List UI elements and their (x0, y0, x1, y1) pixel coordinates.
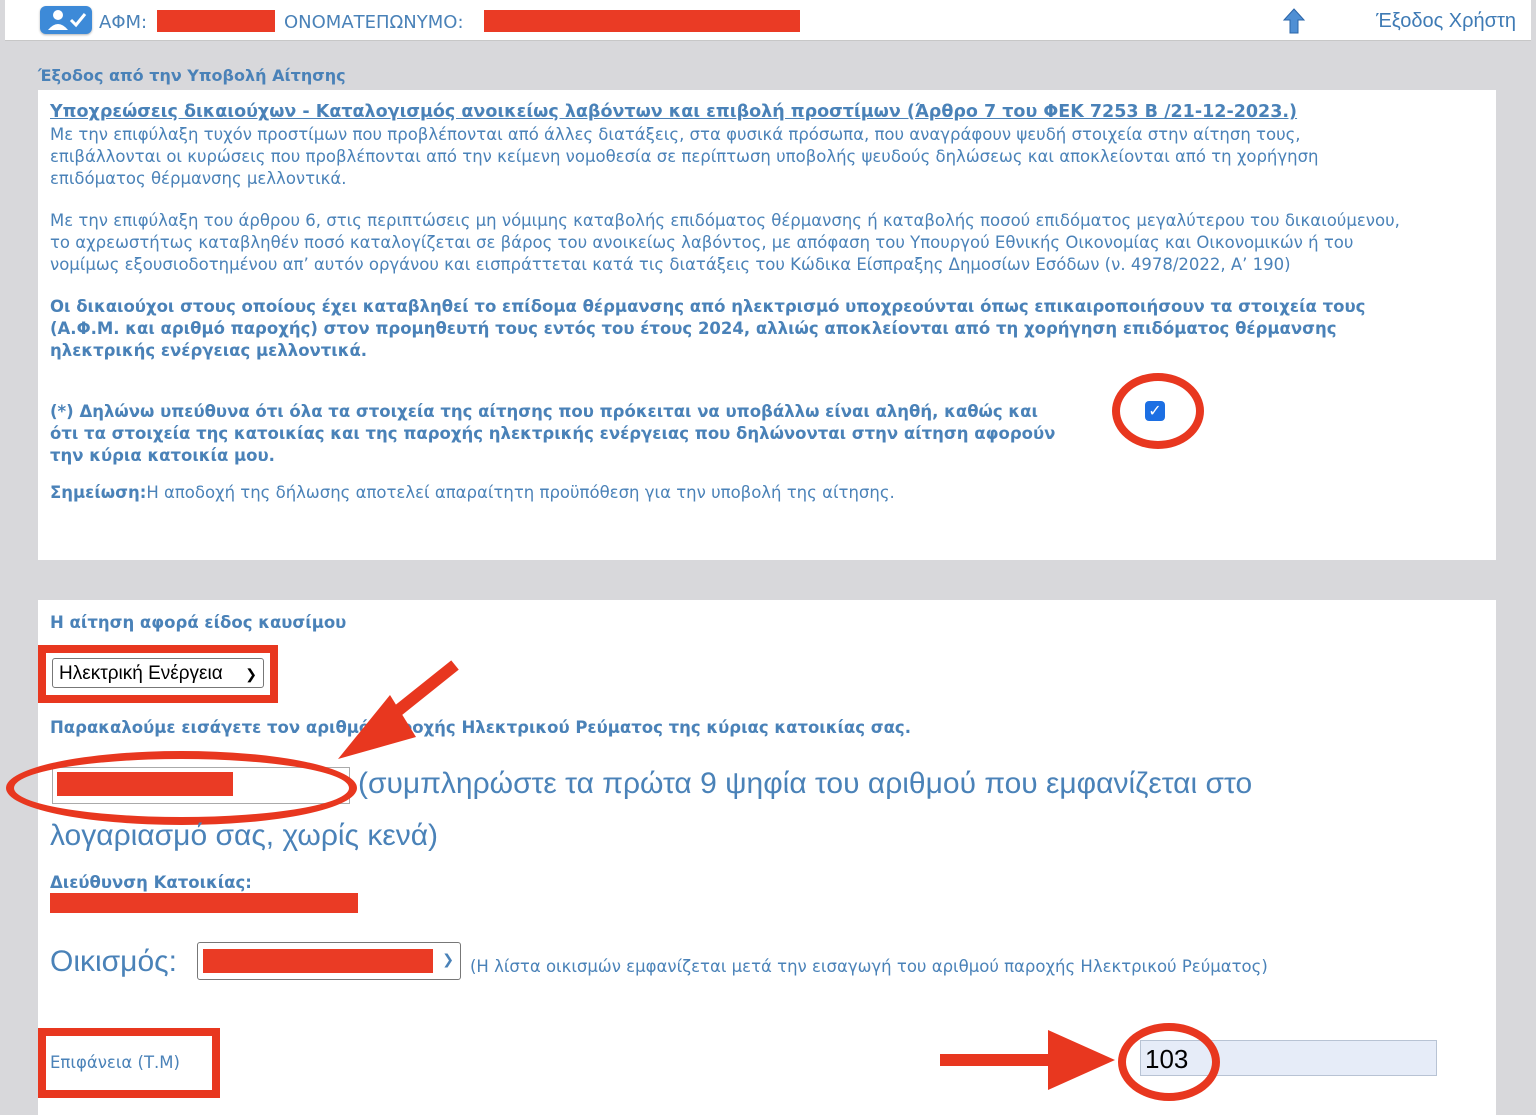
address-label: Διεύθυνση Κατοικίας: (50, 873, 252, 892)
note-text: Η αποδοχή της δήλωσης αποτελεί απαραίτητ… (146, 483, 895, 502)
para3-line3: ηλεκτρικής ενέργειας μελλοντικά. (50, 341, 368, 360)
afm-redacted (157, 10, 275, 32)
supply-hint-line1: (συμπληρώστε τα πρώτα 9 ψηφία του αριθμο… (358, 767, 1253, 800)
note-label: Σημείωση: (50, 483, 147, 502)
supply-hint-line2: λογαριασμό σας, χωρίς κενά) (50, 819, 439, 852)
declaration-line2: ότι τα στοιχεία της κατοικίας και της πα… (50, 424, 1056, 443)
para1-line3: επιδόματος θέρμανσης μελλοντικά. (50, 169, 347, 188)
fuel-type-selected: Ηλεκτρική Ενέργεια (59, 663, 223, 684)
para2-line3: νομίμως εξουσιοδοτημένου απ’ αυτόν οργάν… (50, 255, 1291, 274)
para1-line2: επιβάλλονται οι κυρώσεις που προβλέποντα… (50, 147, 1319, 166)
para2-line1: Με την επιφύλαξη του άρθρου 6, στις περι… (50, 211, 1400, 230)
afm-label: ΑΦΜ: (99, 12, 148, 33)
declaration-line1: (*) Δηλώνω υπεύθυνα ότι όλα τα στοιχεία … (50, 402, 1038, 421)
name-redacted (484, 10, 800, 32)
para3-line2: (Α.Φ.Μ. και αριθμό παροχής) στον προμηθε… (50, 319, 1337, 338)
obligations-heading-link[interactable]: Υποχρεώσεις δικαιούχων - Καταλογισμός αν… (50, 101, 1297, 123)
exit-user-link[interactable]: Έξοδος Χρήστη (1376, 10, 1516, 33)
para3-line1: Οι δικαιούχοι στους οποίους έχει καταβλη… (50, 297, 1366, 316)
section-title: Έξοδος από την Υποβολή Αίτησης (38, 66, 346, 85)
area-input-annotation-circle (1118, 1023, 1220, 1101)
settlement-hint: (Η λίστα οικισμών εμφανίζεται μετά την ε… (470, 957, 1268, 976)
chevron-down-icon: ❯ (442, 952, 454, 968)
declaration-line3: την κύρια κατοικία μου. (50, 446, 275, 465)
user-check-icon (40, 6, 92, 34)
supply-annotation-arrow (338, 660, 459, 759)
area-label: Επιφάνεια (Τ.Μ) (50, 1053, 180, 1072)
address-redacted (50, 893, 358, 913)
chevron-down-icon: ❯ (245, 666, 257, 682)
supply-number-prompt: Παρακαλούμε εισάγετε τον αριθμό παροχής … (50, 718, 911, 737)
checkbox-annotation-circle (1112, 373, 1204, 449)
fuel-type-select[interactable]: Ηλεκτρική Ενέργεια ❯ (52, 658, 264, 688)
para1-line1: Με την επιφύλαξη τυχόν προστίμων που προ… (50, 125, 1301, 144)
exit-arrow-icon[interactable] (1282, 8, 1306, 34)
name-label: ΟΝΟΜΑΤΕΠΩΝΥΜΟ: (284, 12, 464, 33)
settlement-redacted (203, 949, 433, 973)
settlement-label: Οικισμός: (50, 945, 177, 978)
fuel-type-label: Η αίτηση αφορά είδος καυσίμου (50, 613, 347, 632)
supply-input-annotation-circle (6, 751, 357, 825)
note: Σημείωση:Η αποδοχή της δήλωσης αποτελεί … (50, 482, 895, 504)
area-annotation-arrow (940, 1030, 1115, 1090)
para2-line2: το αχρεωστήτως καταβληθέν ποσό καταλογίζ… (50, 233, 1354, 252)
